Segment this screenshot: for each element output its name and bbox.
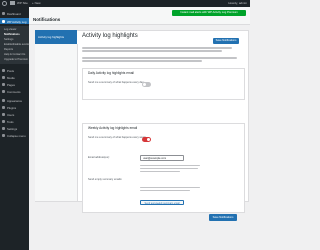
home-icon[interactable]: [10, 1, 15, 5]
pages-icon: [2, 82, 5, 86]
plugins-icon: [2, 105, 5, 109]
weekly-summary-label: Send me a summary of what happens every …: [88, 136, 147, 139]
save-notifications-button-top[interactable]: Save Notifications: [213, 38, 239, 44]
admin-bar: WP Site + New Howdy, admin: [0, 0, 250, 7]
admin-sidebar: Dashboard WP Activity Log Log viewer Not…: [0, 7, 29, 250]
media-icon: [2, 75, 5, 79]
description-line: [82, 47, 232, 49]
wordpress-logo-icon[interactable]: [2, 1, 7, 6]
sidebar-item-appearance[interactable]: Appearance: [0, 97, 29, 103]
save-notifications-button-bottom[interactable]: Save Notifications: [209, 214, 237, 221]
sidebar-item-media[interactable]: Media: [0, 74, 29, 80]
daily-summary-toggle[interactable]: [142, 82, 151, 87]
sidebar-item-users[interactable]: Users: [0, 111, 29, 117]
tab-label: Activity log highlights: [38, 35, 64, 39]
send-test-email-button[interactable]: Send test weekly summary email: [140, 200, 184, 205]
appearance-icon: [2, 98, 5, 102]
weekly-summary-toggle[interactable]: [142, 137, 151, 142]
submenu-reports[interactable]: Reports: [4, 48, 13, 51]
settings-icon: [2, 126, 5, 130]
tools-icon: [2, 119, 5, 123]
weekly-summary-title: Weekly Activity log highlights email: [88, 126, 138, 130]
site-name[interactable]: WP Site: [17, 1, 28, 5]
email-label: Email address(es):: [88, 156, 110, 159]
sidebar-item-wp-activity-log[interactable]: WP Activity Log: [0, 18, 29, 24]
posts-icon: [2, 68, 5, 72]
upgrade-banner-button[interactable]: Instant mail alerts with WP Activity Log…: [172, 10, 246, 16]
sidebar-submenu: Log viewer Notifications Settings Enable…: [0, 26, 29, 64]
settings-nav: [35, 44, 78, 201]
submenu-settings[interactable]: Settings: [4, 38, 13, 41]
comments-icon: [2, 89, 5, 93]
submenu-help[interactable]: Help & Contact Us: [4, 53, 25, 56]
collapse-icon: [2, 133, 5, 137]
submenu-notifications[interactable]: Notifications: [4, 33, 20, 36]
new-content-link[interactable]: + New: [32, 1, 41, 5]
submenu-upgrade[interactable]: Upgrade to Premium: [4, 58, 28, 61]
panel-title: Activity log highlights: [82, 33, 138, 39]
sidebar-item-plugins[interactable]: Plugins: [0, 104, 29, 110]
email-field[interactable]: user@example.com: [140, 155, 184, 161]
activity-log-icon: [2, 19, 5, 23]
toggle-knob: [142, 82, 147, 87]
sidebar-item-dashboard[interactable]: Dashboard: [0, 10, 29, 16]
toggle-knob: [146, 137, 151, 142]
users-icon: [2, 112, 5, 116]
sidebar-collapse-menu[interactable]: Collapse menu: [0, 132, 29, 138]
description-line: [82, 57, 237, 59]
sidebar-item-posts[interactable]: Posts: [0, 67, 29, 73]
sidebar-item-comments[interactable]: Comments: [0, 88, 29, 94]
description-line: [82, 50, 222, 52]
sidebar-item-settings[interactable]: Settings: [0, 125, 29, 131]
daily-summary-label: Send me a summary of what happens every …: [88, 81, 145, 84]
empty-summary-label: Send empty summary emails:: [88, 178, 123, 181]
submenu-enable-disable-events[interactable]: Enable/disable events: [4, 43, 29, 46]
page-title: Notifications: [33, 17, 61, 22]
daily-summary-title: Daily Activity log highlights email: [88, 71, 134, 75]
sidebar-item-pages[interactable]: Pages: [0, 81, 29, 87]
dashboard-icon: [2, 11, 5, 15]
submenu-log-viewer[interactable]: Log viewer: [4, 28, 17, 31]
user-greeting[interactable]: Howdy, admin: [228, 1, 247, 5]
description-line: [82, 60, 202, 62]
sidebar-item-tools[interactable]: Tools: [0, 118, 29, 124]
